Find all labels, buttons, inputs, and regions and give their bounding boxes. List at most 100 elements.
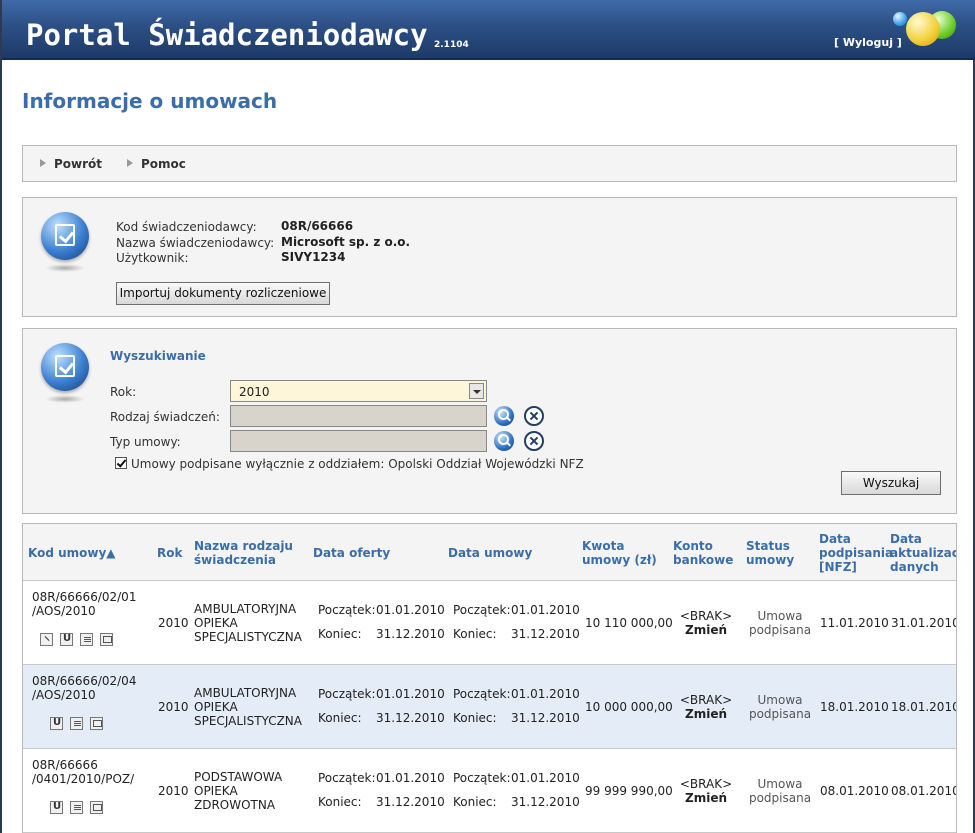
contract-start: 01.01.2010 <box>511 771 580 785</box>
logo-balls-icon <box>890 6 970 56</box>
col-amount-header[interactable]: Kwota umowy (zł) <box>582 539 657 567</box>
document-icon[interactable] <box>70 717 83 730</box>
row-actions <box>40 633 120 646</box>
year-label: Rok: <box>110 385 137 399</box>
contract-start-label: Początek: <box>453 603 511 617</box>
table-row[interactable]: 08R/66666/0401/2010/POZ/ 2010 PODSTAWOWA… <box>23 749 957 833</box>
bank-account: <BRAK> Zmień <box>673 777 739 805</box>
service-name-line1: AMBULATORYJNA <box>194 686 297 700</box>
contract-code-line1: 08R/66666/02/01 <box>32 590 137 604</box>
open-arrow-icon[interactable] <box>40 633 53 646</box>
col-name-header-line1: Nazwa rodzaju <box>194 539 293 553</box>
col-updated-header-line1: Data <box>890 532 922 546</box>
back-link-label: Powrót <box>54 157 103 171</box>
table-row[interactable]: 08R/66666/02/01/AOS/2010 2010 AMBULATORY… <box>23 581 956 665</box>
contract-code: 08R/66666/02/04/AOS/2010 <box>32 674 147 702</box>
back-link[interactable]: Powrót <box>40 157 102 171</box>
contract-end: 31.12.2010 <box>511 627 580 641</box>
service-name-line2: OPIEKA <box>194 616 238 630</box>
provider-name-label: Nazwa świadczeniodawcy: <box>116 236 275 250</box>
year-select-value: 2010 <box>239 385 270 399</box>
offer-end-label: Koniec: <box>318 711 362 725</box>
table-row[interactable]: 08R/66666/02/04/AOS/2010 2010 AMBULATORY… <box>23 665 957 749</box>
user-name: SIVY1234 <box>281 250 346 264</box>
col-account-header-line2: bankowe <box>673 553 734 567</box>
col-account-header[interactable]: Konto bankowe <box>673 539 733 567</box>
signed-date: 18.01.2010 <box>820 700 889 714</box>
contract-code-line1: 08R/66666 <box>32 758 98 772</box>
col-updated-header-line2: aktualizacji <box>890 546 956 560</box>
col-updated-header[interactable]: Dataaktualizacjidanych <box>890 532 956 574</box>
contract-start-label: Początek: <box>453 687 511 701</box>
help-link-label: Pomoc <box>141 157 186 171</box>
page-title: Informacje o umowach <box>22 89 278 113</box>
row-actions <box>50 801 110 814</box>
document-icon[interactable] <box>80 633 93 646</box>
contract-type-clear-icon[interactable] <box>524 431 544 451</box>
service-name-line2: OPIEKA <box>194 700 238 714</box>
col-year-header[interactable]: Rok <box>157 546 182 560</box>
annex-u-icon[interactable] <box>50 801 63 814</box>
nav-bar: Powrót Pomoc <box>22 145 957 182</box>
service-type-label: Rodzaj świadczeń: <box>110 410 220 424</box>
signed-date: 11.01.2010 <box>820 616 889 630</box>
help-link[interactable]: Pomoc <box>127 157 186 171</box>
contract-code: 08R/66666/02/01/AOS/2010 <box>32 590 147 618</box>
search-button[interactable]: Wyszukaj <box>841 471 941 495</box>
col-contract-date-header[interactable]: Data umowy <box>448 546 532 560</box>
row-actions <box>50 717 110 730</box>
col-signed-header[interactable]: Data podpisania [NFZ] <box>819 532 893 574</box>
col-name-header[interactable]: Nazwa rodzaju świadczenia <box>194 539 293 567</box>
annex-u-icon[interactable] <box>60 633 73 646</box>
offer-end: 31.12.2010 <box>376 627 445 641</box>
contract-type-field[interactable] <box>230 430 487 452</box>
service-name: AMBULATORYJNA OPIEKA SPECJALISTYCZNA <box>194 686 314 728</box>
contract-status-line2: podpisana <box>748 707 812 721</box>
updated-date: 08.01.2010 <box>891 784 957 798</box>
provider-code-label: Kod świadczeniodawcy: <box>116 220 257 234</box>
contract-year: 2010 <box>158 616 189 630</box>
service-type-search-icon[interactable] <box>494 406 514 426</box>
col-account-header-line1: Konto <box>673 539 713 553</box>
col-signed-header-line1: Data <box>819 532 851 546</box>
updated-date: 18.01.2010 <box>891 700 957 714</box>
col-offer-date-header[interactable]: Data oferty <box>313 546 390 560</box>
document-icon[interactable] <box>70 801 83 814</box>
bank-account: <BRAK> Zmień <box>673 693 739 721</box>
col-amount-header-line2: umowy (zł) <box>582 553 657 567</box>
import-documents-button[interactable]: Importuj dokumenty rozliczeniowe <box>116 282 330 305</box>
header-bar: Portal Świadczeniodawcy 2.1104 [ Wyloguj… <box>2 0 975 60</box>
offer-end-label: Koniec: <box>318 627 362 641</box>
triangle-right-icon <box>127 159 133 167</box>
col-code-header[interactable]: Kod umowy▲ <box>28 546 116 560</box>
contract-status: Umowa podpisana <box>745 609 815 637</box>
service-name: AMBULATORYJNA OPIEKA SPECJALISTYCZNA <box>194 602 314 644</box>
year-select[interactable]: 2010 <box>230 380 487 402</box>
contract-status-line2: podpisana <box>748 623 812 637</box>
change-account-link[interactable]: Zmień <box>673 791 739 805</box>
preview-icon[interactable] <box>90 801 103 814</box>
app-version: 2.1104 <box>434 40 469 50</box>
annex-u-icon[interactable] <box>50 717 63 730</box>
branch-only-label: Umowy podpisane wyłącznie z oddziałem: O… <box>131 457 584 471</box>
contract-code-line2: /AOS/2010 <box>32 688 96 702</box>
change-account-link[interactable]: Zmień <box>673 707 739 721</box>
chevron-down-icon[interactable] <box>469 383 484 399</box>
preview-icon[interactable] <box>100 633 113 646</box>
offer-start-label: Początek: <box>318 687 376 701</box>
contract-type-search-icon[interactable] <box>494 431 514 451</box>
col-status-header[interactable]: Status umowy <box>746 539 794 567</box>
contract-start: 01.01.2010 <box>511 687 580 701</box>
branch-only-checkbox[interactable] <box>115 457 127 469</box>
contract-amount: 10 110 000,00 <box>585 616 673 630</box>
col-signed-header-line3: [NFZ] <box>819 560 857 574</box>
provider-code: 08R/66666 <box>281 219 354 233</box>
offer-end: 31.12.2010 <box>376 795 445 809</box>
col-signed-header-line2: podpisania <box>819 546 894 560</box>
service-type-field[interactable] <box>230 405 487 427</box>
service-type-clear-icon[interactable] <box>524 406 544 426</box>
change-account-link[interactable]: Zmień <box>673 623 739 637</box>
preview-icon[interactable] <box>90 717 103 730</box>
offer-start: 01.01.2010 <box>376 771 445 785</box>
col-name-header-line2: świadczenia <box>194 553 277 567</box>
